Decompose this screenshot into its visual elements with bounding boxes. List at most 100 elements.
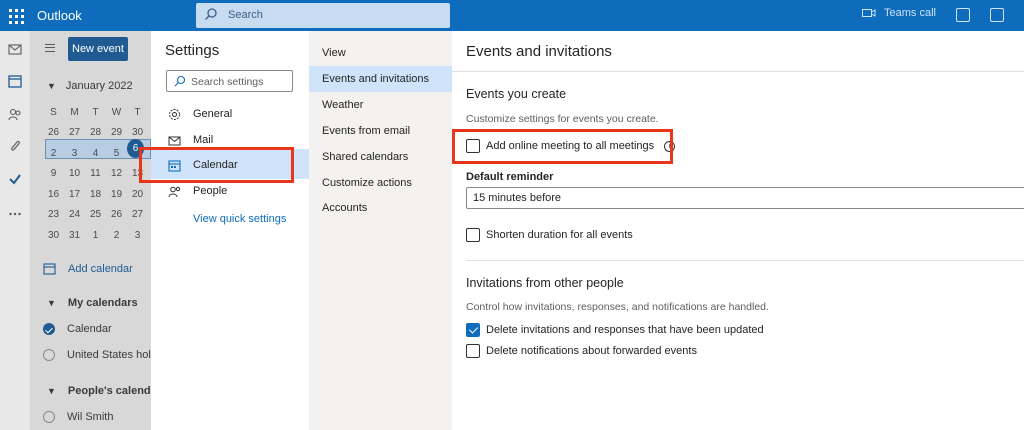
shorten-duration-label: Shorten duration for all events [486, 229, 633, 241]
calendar-list-item[interactable]: Wil Smith [43, 411, 113, 423]
calendar-day[interactable]: 3 [64, 148, 85, 159]
calendar-day[interactable]: 24 [64, 209, 85, 220]
calendar-toggle-icon[interactable] [43, 349, 55, 361]
people-calendar-label: Wil Smith [67, 411, 114, 423]
mail-icon [168, 136, 181, 145]
calendar-day[interactable]: 20 [127, 189, 148, 200]
subcategory-events-and-invitations[interactable]: Events and invitations [322, 73, 429, 85]
settings-search-placeholder: Search settings [191, 76, 264, 88]
weekday-header: T [134, 106, 141, 118]
top-search-box[interactable]: Search [196, 3, 450, 28]
calendar-app-icon[interactable] [8, 74, 22, 88]
calendar-day[interactable]: 3 [127, 230, 148, 241]
calendar-day[interactable]: 11 [85, 168, 106, 179]
calendar-day[interactable]: 26 [106, 209, 127, 220]
calendar-toggle-checked-icon[interactable] [43, 323, 55, 335]
chevron-down-icon: ▼ [47, 81, 56, 91]
calendar-day[interactable]: 31 [64, 230, 85, 241]
calendar-week-row: 23 24 25 26 27 [43, 205, 151, 226]
subcategory-weather[interactable]: Weather [322, 99, 363, 111]
todo-app-icon[interactable] [8, 172, 22, 186]
people-app-icon[interactable] [8, 107, 22, 121]
settings-category-general[interactable]: General [165, 103, 293, 125]
calendar-week-row: 30 31 1 2 3 [43, 225, 151, 246]
us-holidays-label: United States holid [67, 349, 160, 361]
calendar-day[interactable]: 28 [85, 127, 106, 138]
calendar-day[interactable]: 26 [43, 127, 64, 138]
weekday-header: T [92, 106, 99, 118]
subcategory-events-from-email[interactable]: Events from email [322, 125, 410, 137]
weekday-header-row: S M T W T [43, 102, 151, 123]
delete-updated-checkbox[interactable] [466, 323, 480, 337]
mini-calendar: S M T W T 26 27 28 29 30 2 3 4 5 9 10 11… [43, 102, 151, 246]
calendar-day[interactable]: 27 [64, 127, 85, 138]
calendar-day[interactable]: 10 [64, 168, 85, 179]
calendar-day[interactable]: 5 [106, 148, 127, 159]
shorten-duration-option[interactable]: Shorten duration for all events [466, 228, 633, 242]
new-event-button[interactable]: New event [68, 37, 128, 61]
calendar-day[interactable]: 17 [64, 189, 85, 200]
app-title[interactable]: Outlook [37, 8, 82, 23]
divider [466, 260, 1024, 261]
subcategory-shared-calendars[interactable]: Shared calendars [322, 151, 408, 163]
calendar-day[interactable]: 1 [85, 230, 106, 241]
default-reminder-dropdown[interactable]: 15 minutes before [466, 187, 1024, 209]
calendar-day[interactable]: 9 [43, 168, 64, 179]
calendar-day[interactable]: 4 [85, 148, 106, 159]
events-you-create-description: Customize settings for events you create… [466, 113, 659, 125]
settings-search-input[interactable]: Search settings [166, 70, 293, 92]
top-search-placeholder: Search [228, 9, 263, 21]
calendar-week-row: 9 10 11 12 13 [43, 164, 151, 185]
view-quick-settings-link[interactable]: View quick settings [193, 213, 286, 225]
subcategory-accounts[interactable]: Accounts [322, 202, 367, 214]
settings-title: Settings [165, 42, 220, 59]
mail-app-icon[interactable] [8, 42, 22, 56]
calendar-toggle-icon[interactable] [43, 411, 55, 423]
peoples-calendars-section[interactable]: ▼ People's calendars [47, 385, 167, 397]
calendar-day[interactable]: 25 [85, 209, 106, 220]
my-calendars-section[interactable]: ▼ My calendars [47, 297, 138, 309]
calendar-list-item[interactable]: Calendar [43, 323, 112, 335]
add-calendar-icon [43, 263, 56, 275]
delete-updated-option[interactable]: Delete invitations and responses that ha… [466, 323, 764, 337]
more-apps-icon[interactable] [8, 207, 22, 221]
weekday-header: W [111, 106, 122, 118]
calendar-list-item[interactable]: United States holid [43, 349, 159, 361]
search-icon [174, 75, 186, 87]
calendar-item-label: Calendar [67, 323, 112, 335]
delete-updated-label: Delete invitations and responses that ha… [486, 324, 764, 336]
calendar-day[interactable]: 18 [85, 189, 106, 200]
attachment-app-icon[interactable] [8, 139, 22, 153]
app-launcher-icon[interactable] [5, 5, 25, 25]
calendar-day[interactable]: 30 [43, 230, 64, 241]
delete-forwarded-checkbox[interactable] [466, 344, 480, 358]
weekday-header: M [70, 106, 79, 118]
calendar-day[interactable]: 16 [43, 189, 64, 200]
mini-calendar-month[interactable]: ▼ January 2022 [47, 80, 133, 92]
calendar-day[interactable]: 30 [127, 127, 148, 138]
calendar-day[interactable]: 27 [127, 209, 148, 220]
top-bar: Outlook Search Teams call [0, 0, 1024, 31]
calendar-day[interactable]: 19 [106, 189, 127, 200]
chat-icon[interactable] [956, 8, 970, 22]
settings-category-people[interactable]: People [165, 180, 293, 202]
menu-icon[interactable] [45, 44, 55, 52]
chevron-down-icon: ▼ [47, 386, 56, 396]
calendar-day[interactable]: 12 [106, 168, 127, 179]
calendar-day[interactable]: 2 [43, 148, 64, 159]
subcategory-view[interactable]: View [322, 47, 346, 59]
add-calendar-label: Add calendar [68, 262, 133, 275]
office-icon[interactable] [990, 8, 1004, 22]
calendar-day[interactable]: 23 [43, 209, 64, 220]
delete-forwarded-option[interactable]: Delete notifications about forwarded eve… [466, 344, 697, 358]
subcategory-customize-actions[interactable]: Customize actions [322, 177, 412, 189]
teams-call-button[interactable]: Teams call [862, 7, 936, 19]
app-rail [0, 31, 30, 430]
add-calendar-button[interactable]: Add calendar [43, 262, 133, 275]
shorten-duration-checkbox[interactable] [466, 228, 480, 242]
calendar-day[interactable]: 29 [106, 127, 127, 138]
calendar-day[interactable]: 2 [106, 230, 127, 241]
category-label: People [193, 185, 228, 197]
invitations-description: Control how invitations, responses, and … [466, 301, 769, 313]
my-calendars-label: My calendars [67, 297, 138, 309]
